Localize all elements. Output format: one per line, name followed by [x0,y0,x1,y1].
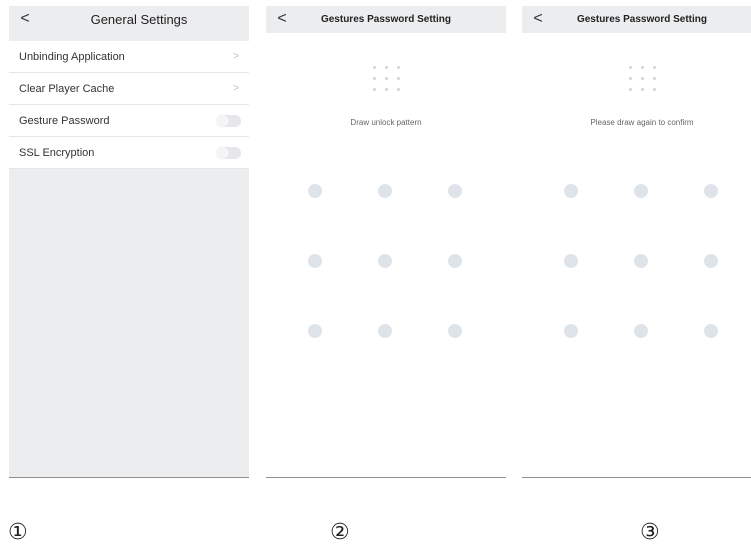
settings-item-label: SSL Encryption [19,147,95,159]
settings-item-clear-player-cache[interactable]: Clear Player Cache > [9,73,249,105]
toggle-knob [217,115,229,127]
step-marker-2: ② [330,520,350,545]
chevron-right-icon: > [233,51,239,62]
top-bar: < General Settings [9,6,249,33]
pattern-dot[interactable] [634,184,648,198]
pattern-dot[interactable] [378,184,392,198]
pattern-dot[interactable] [564,254,578,268]
pattern-grid[interactable] [522,6,751,477]
pattern-dot[interactable] [564,324,578,338]
settings-item-ssl-encryption: SSL Encryption [9,137,249,169]
page-title: General Settings [90,12,188,27]
pattern-dot[interactable] [704,184,718,198]
settings-item-gesture-password: Gesture Password [9,105,249,137]
ssl-encryption-toggle[interactable] [217,147,241,159]
settings-item-label: Gesture Password [19,115,110,127]
pattern-dot[interactable] [308,254,322,268]
settings-list: Unbinding Application > Clear Player Cac… [9,41,249,169]
gesture-setting-screen-draw: < Gestures Password Setting Draw unlock … [266,6,506,478]
pattern-dot[interactable] [634,324,648,338]
settings-item-label: Unbinding Application [19,51,125,63]
step-marker-1: ① [8,520,28,545]
pattern-dot[interactable] [704,254,718,268]
pattern-dot[interactable] [564,184,578,198]
pattern-dot[interactable] [378,254,392,268]
pattern-dot[interactable] [448,184,462,198]
toggle-knob [217,147,229,159]
pattern-dot[interactable] [308,184,322,198]
pattern-grid[interactable] [266,6,506,477]
pattern-dot[interactable] [448,254,462,268]
gesture-password-toggle[interactable] [217,115,241,127]
gesture-setting-screen-confirm: < Gestures Password Setting Please draw … [522,6,751,478]
pattern-dot[interactable] [378,324,392,338]
settings-item-label: Clear Player Cache [19,83,115,95]
settings-item-unbinding-application[interactable]: Unbinding Application > [9,41,249,73]
step-marker-3: ③ [640,520,660,545]
pattern-dot[interactable] [448,324,462,338]
chevron-right-icon: > [233,83,239,94]
pattern-dot[interactable] [308,324,322,338]
general-settings-screen: < General Settings Unbinding Application… [9,6,249,478]
pattern-dot[interactable] [704,324,718,338]
pattern-dot[interactable] [634,254,648,268]
